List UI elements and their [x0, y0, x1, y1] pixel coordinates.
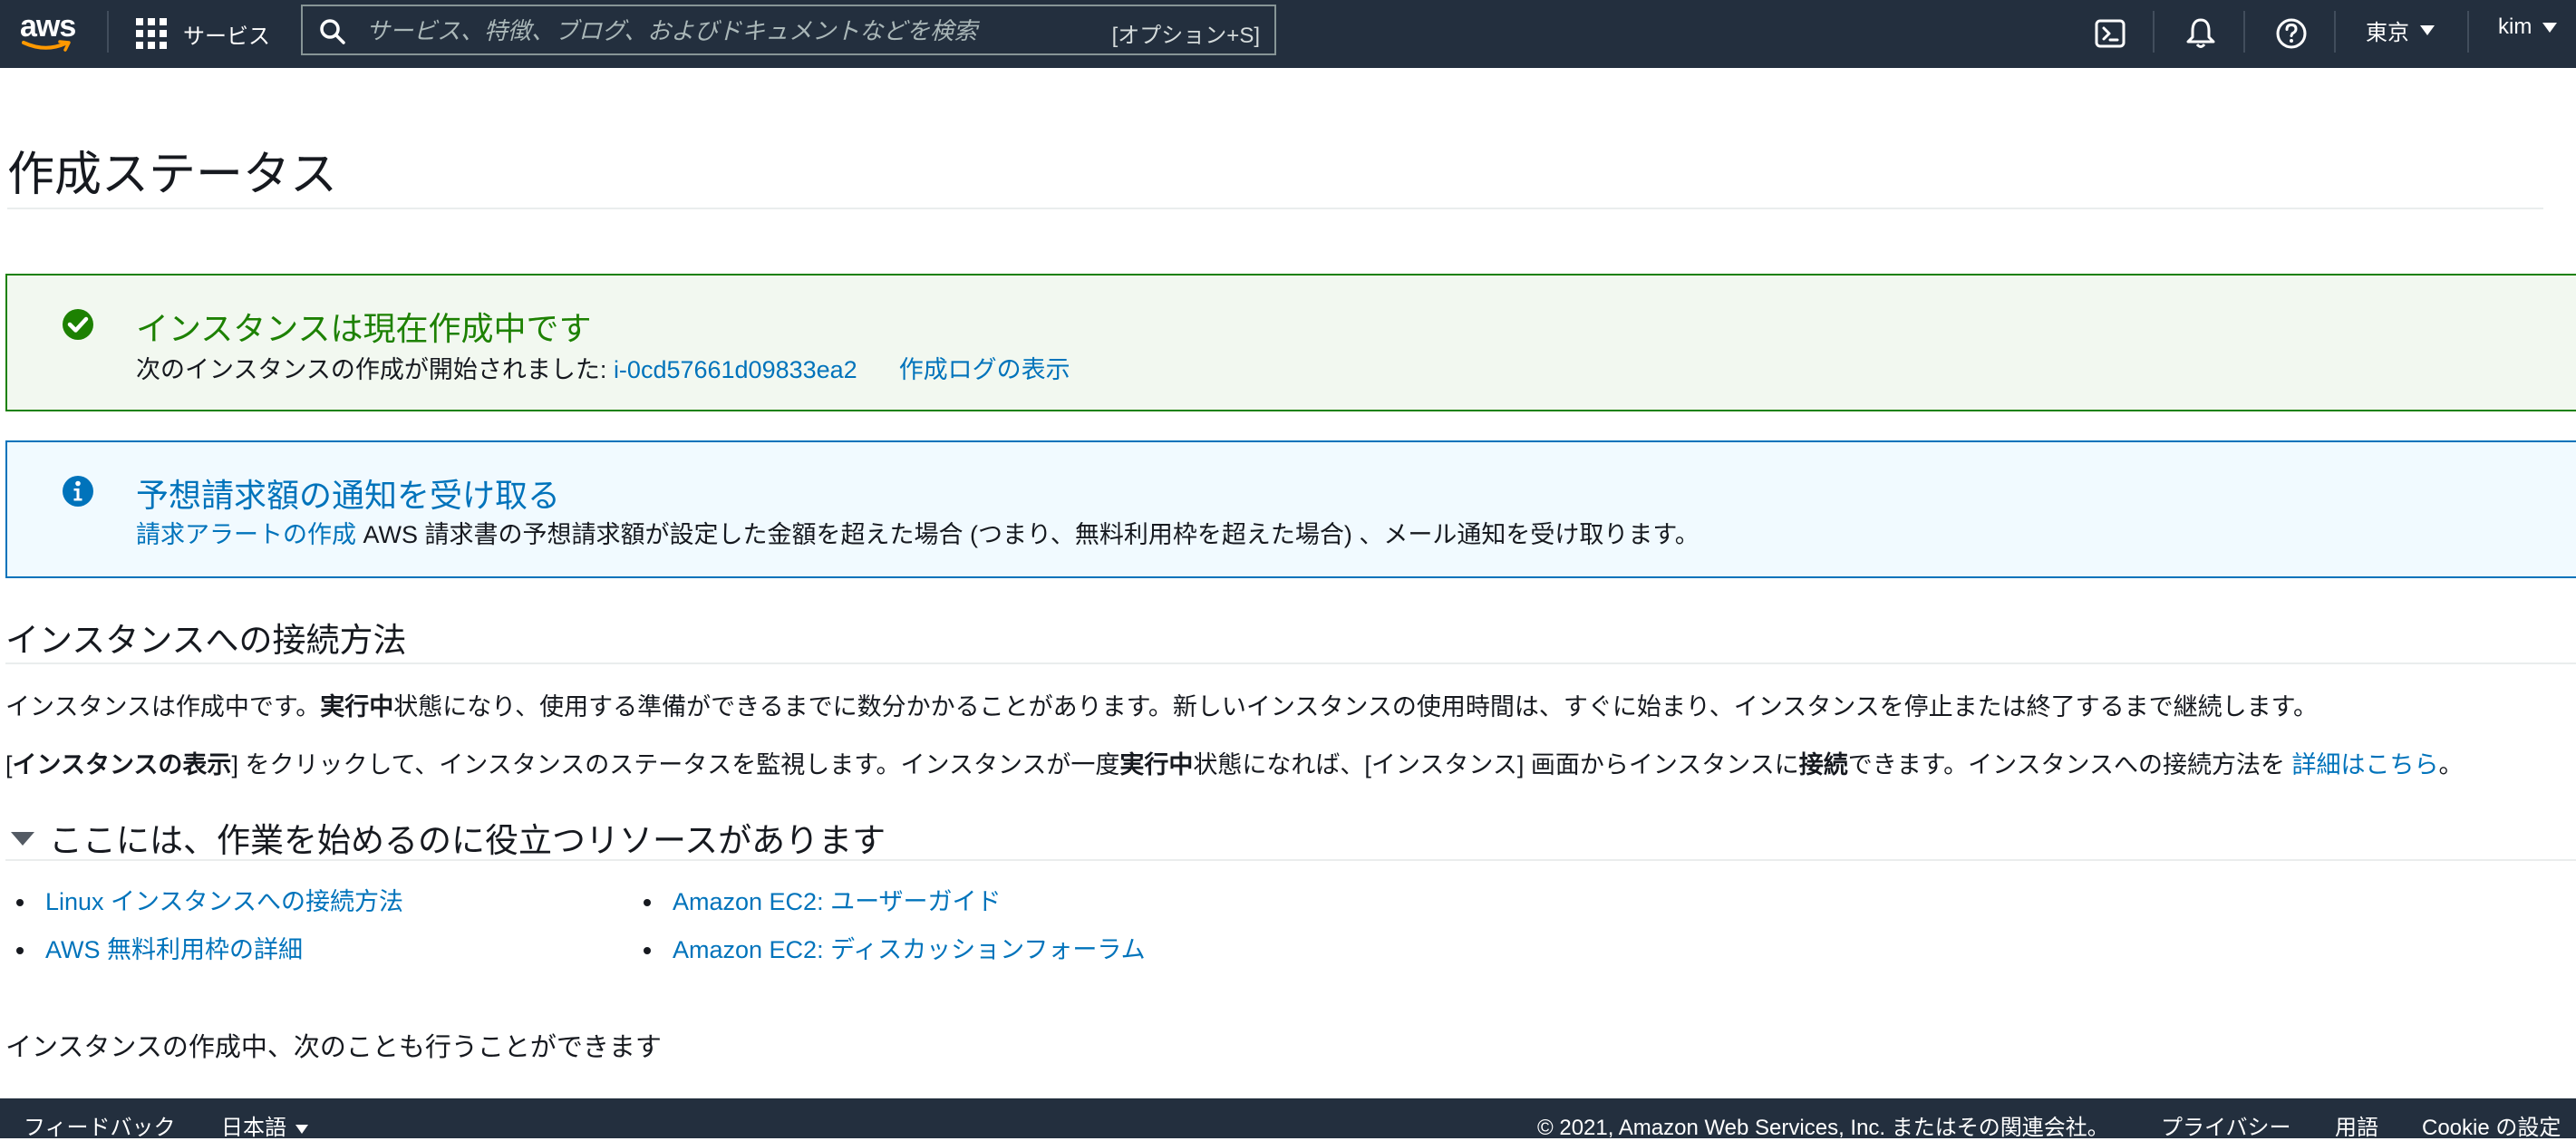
info-alert-title: 予想請求額の通知を受け取る [136, 477, 561, 514]
success-alert-body: 次のインスタンスの作成が開始されました: i-0cd57661d09833ea2… [136, 350, 1070, 385]
ec2-user-guide-link[interactable]: Amazon EC2: ユーザーガイド [673, 888, 1002, 915]
search-input[interactable] [364, 6, 1057, 55]
language-label: 日本語 [221, 1116, 286, 1140]
success-alert: インスタンスは現在作成中です 次のインスタンスの作成が開始されました: i-0c… [5, 274, 2576, 411]
privacy-link[interactable]: プライバシー [2161, 1109, 2291, 1141]
chevron-down-icon [2420, 25, 2435, 35]
bold-running: 実行中 [320, 693, 394, 720]
info-alert-text: AWS 請求書の予想請求額が設定した金額を超えた場合 (つまり、無料利用枠を超え… [356, 521, 1700, 548]
aws-logo[interactable]: aws [20, 9, 76, 56]
connect-paragraph-1: インスタンスは作成中です。実行中状態になり、使用する準備ができるまでに数分かかる… [5, 687, 2318, 722]
info-alert: 予想請求額の通知を受け取る 請求アラートの作成 AWS 請求書の予想請求額が設定… [5, 440, 2576, 578]
title-divider [7, 208, 2543, 209]
create-billing-alert-link[interactable]: 請求アラートの作成 [136, 521, 356, 548]
info-icon [63, 476, 93, 507]
resources-section-heading[interactable]: ここには、作業を始めるのに役立つリソースがあります [49, 813, 886, 862]
resources-list-right: Amazon EC2: ユーザーガイド Amazon EC2: ディスカッション… [633, 886, 1146, 982]
bold-connect: 接続 [1798, 751, 1848, 778]
free-tier-details-link[interactable]: AWS 無料利用枠の詳細 [45, 936, 303, 963]
text-segment: 状態になれば、[インスタンス] 画面からインスタンスに [1193, 751, 1799, 778]
top-navigation: aws サービス [オプション+S] 東京 [0, 0, 2576, 68]
connect-paragraph-2: [インスタンスの表示] をクリックして、インスタンスのステータスを監視します。イ… [5, 745, 2464, 780]
list-item: Amazon EC2: ディスカッションフォーラム [633, 934, 1146, 982]
services-menu-button[interactable]: サービス [136, 11, 270, 56]
section-divider [5, 859, 2576, 861]
additional-actions-text: インスタンスの作成中、次のことも行うことができます [5, 1033, 662, 1062]
text-segment: 。 [2438, 751, 2464, 778]
info-alert-body: 請求アラートの作成 AWS 請求書の予想請求額が設定した金額を超えた場合 (つま… [136, 515, 1700, 550]
nav-divider [107, 11, 109, 53]
view-launch-log-link[interactable]: 作成ログの表示 [899, 356, 1070, 383]
bold-view-instances: インスタンスの表示 [12, 751, 232, 778]
copyright-text: © 2021, Amazon Web Services, Inc. またはその関… [1537, 1116, 2109, 1140]
notifications-bell-icon[interactable] [2183, 15, 2219, 52]
bold-running: 実行中 [1119, 751, 1194, 778]
region-selector[interactable]: 東京 [2366, 15, 2435, 46]
search-shortcut-hint: [オプション+S] [1111, 24, 1260, 48]
terms-link[interactable]: 用語 [2335, 1109, 2378, 1141]
check-circle-icon [63, 309, 93, 340]
language-selector[interactable]: 日本語 [221, 1109, 308, 1141]
search-box[interactable]: [オプション+S] [301, 5, 1276, 55]
chevron-down-icon [2542, 22, 2558, 33]
search-icon [320, 19, 345, 44]
text-segment: できます。インスタンスへの接続方法を [1847, 751, 2292, 778]
text-segment: 状態になり、使用する準備ができるまでに数分かかることがあります。新しいインスタン… [393, 693, 2318, 720]
grid-icon [136, 18, 167, 49]
text-segment: ] をクリックして、インスタンスのステータスを監視します。インスタンスが一度 [231, 751, 1120, 778]
nav-divider [2153, 11, 2155, 53]
account-menu[interactable]: kim [2498, 15, 2558, 40]
connect-section-heading: インスタンスへの接続方法 [5, 622, 407, 659]
text-segment: インスタンスは作成中です。 [5, 693, 321, 720]
text-segment: [ [5, 751, 13, 778]
footer: フィードバック 日本語 © 2021, Amazon Web Services,… [0, 1098, 2576, 1141]
cookie-preferences-link[interactable]: Cookie の設定 [2422, 1109, 2561, 1141]
success-alert-text: 次のインスタンスの作成が開始されました: [136, 356, 614, 383]
list-item: AWS 無料利用枠の詳細 [5, 934, 403, 982]
cloudshell-icon[interactable] [2092, 15, 2128, 52]
success-alert-title: インスタンスは現在作成中です [136, 310, 592, 347]
nav-divider [2467, 11, 2469, 53]
instance-id-link[interactable]: i-0cd57661d09833ea2 [614, 356, 857, 383]
linux-connect-link[interactable]: Linux インスタンスへの接続方法 [45, 888, 403, 915]
ec2-discussion-forum-link[interactable]: Amazon EC2: ディスカッションフォーラム [673, 936, 1146, 963]
collapse-caret-icon[interactable] [11, 832, 34, 846]
aws-smile-icon [22, 40, 71, 52]
services-label: サービス [183, 24, 270, 49]
feedback-link[interactable]: フィードバック [24, 1109, 176, 1141]
list-item: Amazon EC2: ユーザーガイド [633, 886, 1146, 934]
learn-more-link[interactable]: 詳細はこちら [2292, 751, 2439, 778]
section-divider [5, 662, 2576, 664]
chevron-down-icon [295, 1124, 308, 1134]
region-label: 東京 [2366, 21, 2409, 45]
list-item: Linux インスタンスへの接続方法 [5, 886, 403, 934]
page-title: 作成ステータス [7, 149, 338, 201]
nav-divider [2334, 11, 2336, 53]
nav-divider [2243, 11, 2245, 53]
account-username: kim [2498, 15, 2532, 39]
resources-list-left: Linux インスタンスへの接続方法 AWS 無料利用枠の詳細 [5, 886, 403, 982]
help-icon[interactable] [2273, 15, 2310, 52]
